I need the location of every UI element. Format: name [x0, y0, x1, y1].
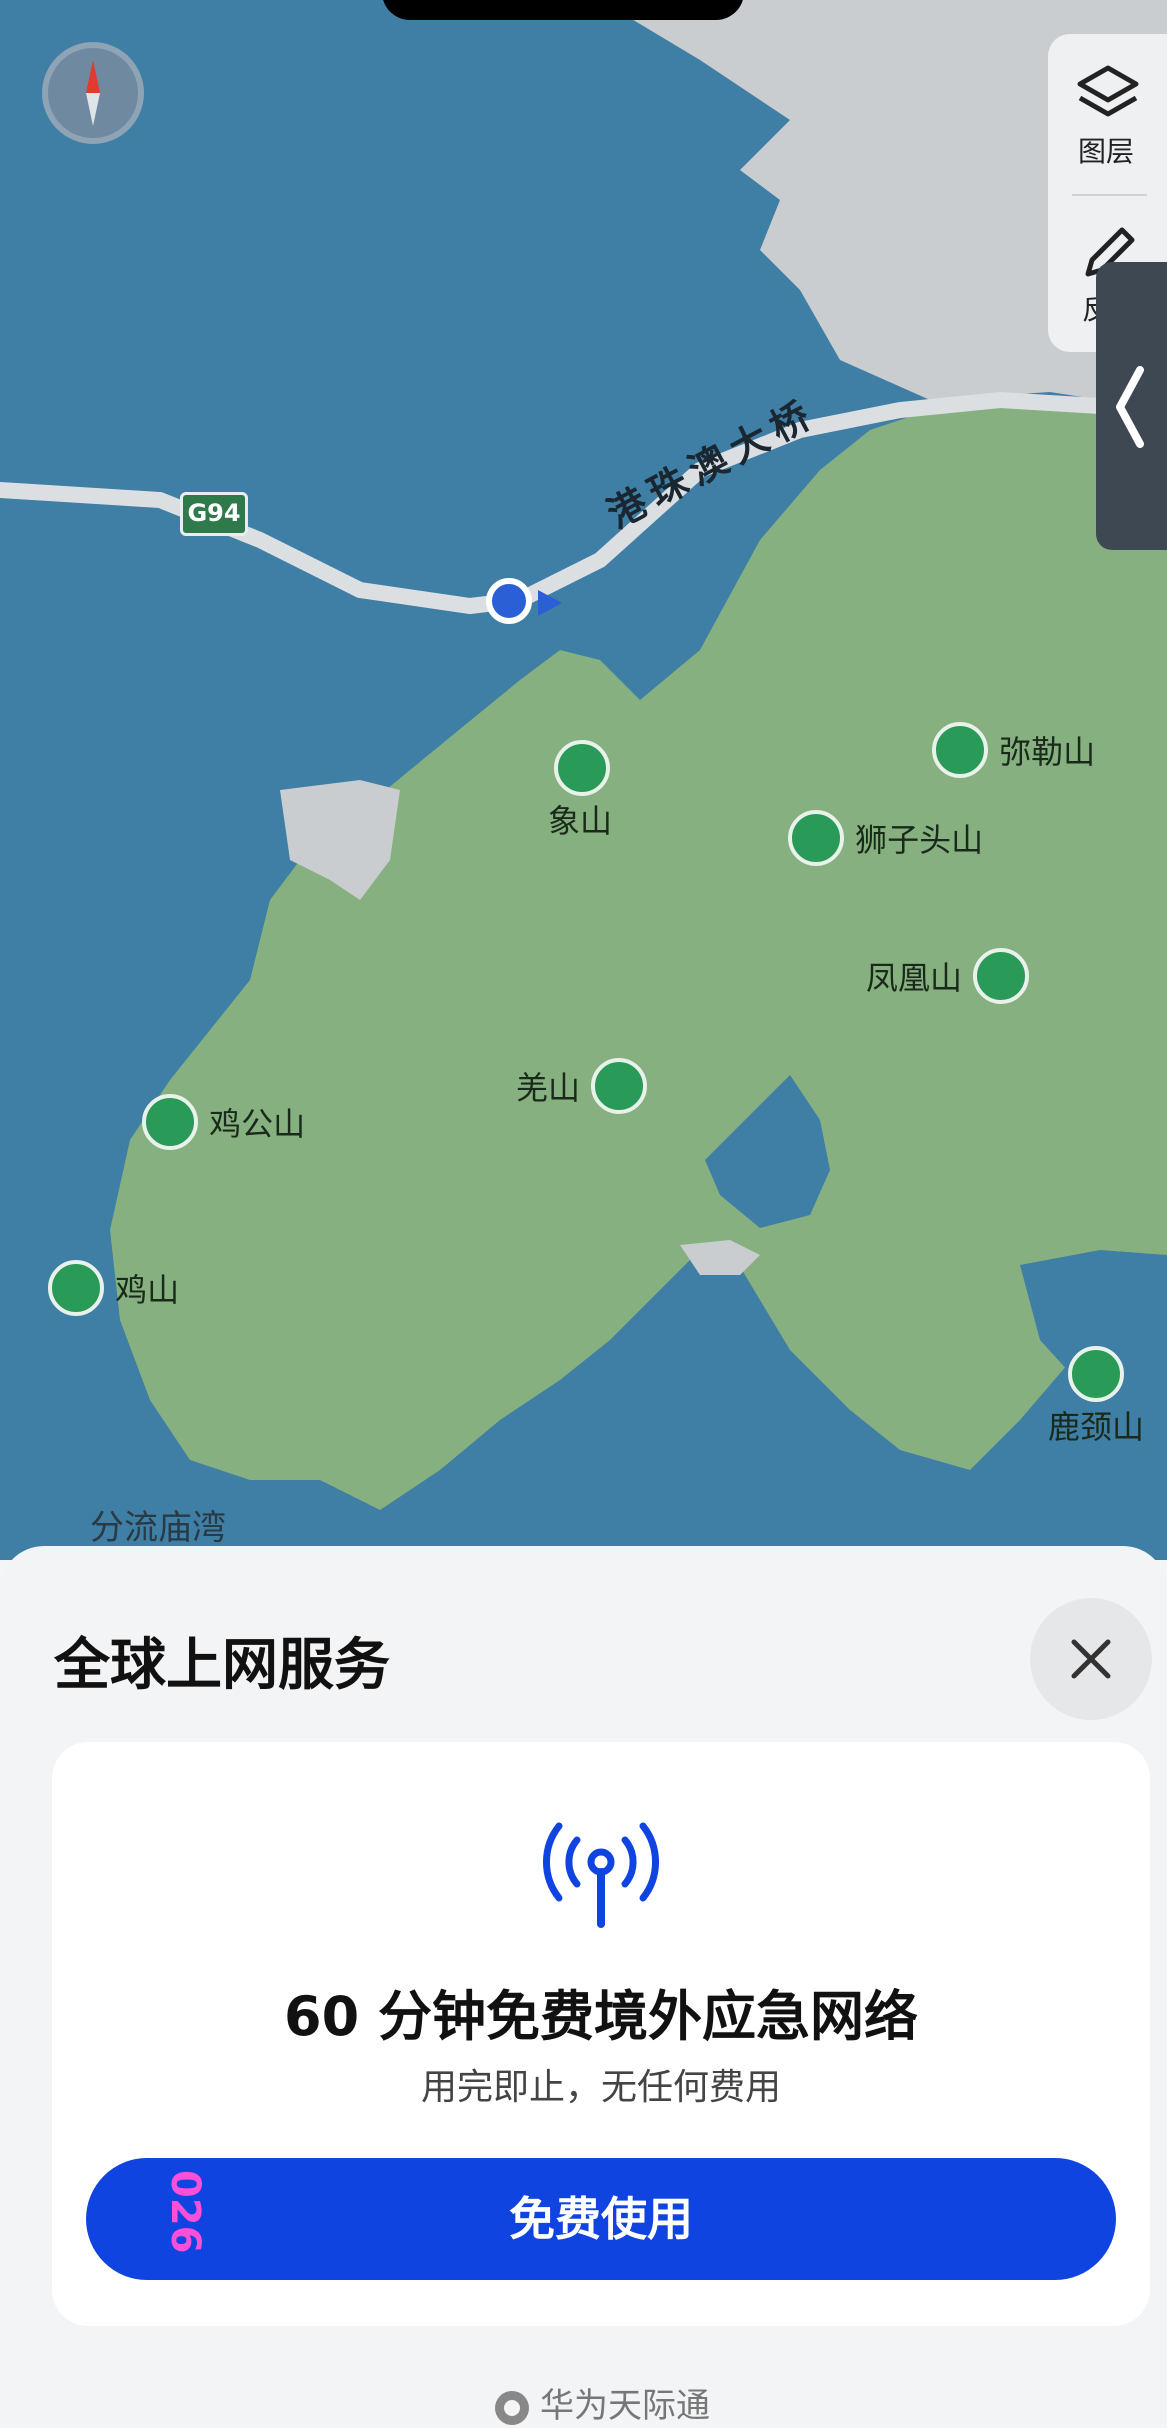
place-qiangshan[interactable]: 羌山: [516, 1058, 648, 1114]
place-lujingshan[interactable]: 鹿颈山: [1048, 1346, 1144, 1448]
footer-brand: 华为天际通: [0, 2378, 1167, 2428]
bay-label: 分流庙湾: [90, 1508, 226, 1548]
mountain-pin-icon: [48, 1260, 104, 1316]
chevron-left-icon: [1116, 366, 1144, 448]
close-button[interactable]: [1030, 1598, 1152, 1720]
side-drawer-tab[interactable]: [1096, 262, 1167, 550]
offer-heading: 60 分钟免费境外应急网络: [284, 1985, 918, 2048]
highway-shield: G94: [180, 492, 248, 536]
place-label: 象山: [548, 802, 613, 840]
place-label: 凤凰山: [866, 959, 963, 997]
offer-subtext: 用完即止，无任何费用: [420, 2067, 781, 2108]
place-label: 狮子头山: [855, 821, 984, 859]
mountain-pin-icon: [932, 722, 988, 778]
phone-notch: [382, 0, 744, 20]
compass-icon[interactable]: [42, 42, 144, 144]
layers-label[interactable]: 图层: [1078, 130, 1134, 170]
compass-needle: [86, 60, 100, 126]
place-label: 鹿颈山: [1048, 1408, 1145, 1446]
panel-divider: [1072, 194, 1147, 196]
place-xiangshan[interactable]: 象山: [548, 740, 612, 842]
place-label: 弥勒山: [999, 733, 1096, 771]
current-location-marker: [486, 578, 532, 624]
footer-brand-label: 华为天际通: [540, 2386, 710, 2426]
mountain-pin-icon: [788, 810, 844, 866]
place-mileshan[interactable]: 弥勒山: [932, 722, 1095, 778]
globe-icon: [495, 2390, 529, 2425]
mountain-pin-icon: [554, 740, 610, 796]
mountain-pin-icon: [1068, 1346, 1124, 1402]
mountain-pin-icon: [142, 1094, 198, 1150]
place-fenghuangshan[interactable]: 凤凰山: [866, 948, 1030, 1004]
place-jigongshan[interactable]: 鸡公山: [142, 1094, 305, 1150]
mountain-pin-icon: [591, 1058, 648, 1114]
free-use-button[interactable]: 026 免费使用: [86, 2158, 1116, 2280]
close-icon: [1071, 1639, 1111, 1679]
place-jishan[interactable]: 鸡山: [48, 1260, 179, 1316]
sheet-title: 全球上网服务: [54, 1633, 390, 1698]
place-label: 鸡山: [115, 1271, 180, 1309]
free-use-button-label: 免费使用: [509, 2192, 693, 2246]
layers-icon[interactable]: [1076, 64, 1140, 124]
place-label: 羌山: [516, 1069, 581, 1107]
mountain-pin-icon: [973, 948, 1030, 1004]
place-shizitoushan[interactable]: 狮子头山: [788, 810, 983, 866]
place-label: 鸡公山: [209, 1105, 306, 1143]
location-direction-arrow: [538, 590, 562, 616]
signal-tower-icon: [543, 1822, 659, 1928]
